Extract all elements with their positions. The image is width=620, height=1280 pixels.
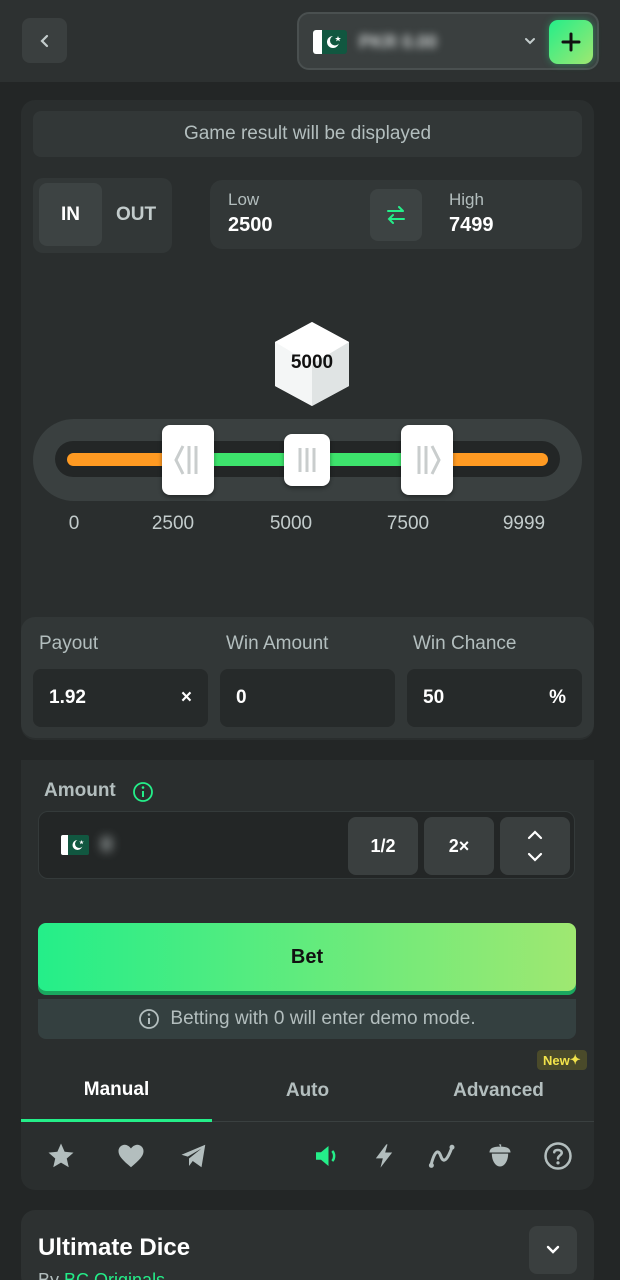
sound-icon[interactable]	[310, 1140, 342, 1172]
tick-label: 5000	[269, 513, 313, 534]
high-handle[interactable]	[401, 425, 453, 495]
range-slider[interactable]	[33, 419, 582, 501]
high-value[interactable]: 7499	[449, 214, 494, 237]
demo-mode-note: Betting with 0 will enter demo mode.	[38, 999, 576, 1039]
payout-value: 1.92	[49, 687, 86, 708]
chevron-down-icon	[525, 38, 535, 45]
grip-right-icon	[417, 445, 441, 475]
payout-field[interactable]: 1.92 ×	[33, 669, 208, 727]
info-icon[interactable]	[132, 781, 154, 803]
pakistan-flag-icon	[61, 835, 89, 855]
grip-left-icon	[174, 445, 198, 475]
payout-unit: ×	[180, 687, 192, 708]
pakistan-flag-icon	[313, 30, 347, 54]
acorn-icon[interactable]	[484, 1140, 516, 1172]
bet-button[interactable]: Bet	[38, 923, 576, 991]
tab-manual[interactable]: Manual	[21, 1060, 212, 1122]
amount-input[interactable]: 0 1/2 2×	[38, 811, 575, 879]
chevron-left-icon	[39, 34, 48, 47]
result-banner: Game result will be displayed	[33, 111, 582, 157]
star-icon[interactable]	[45, 1140, 77, 1172]
game-toolbar	[21, 1122, 594, 1190]
double-button[interactable]: 2×	[424, 817, 494, 875]
win-chance-label: Win Chance	[413, 633, 517, 654]
low-value[interactable]: 2500	[228, 214, 273, 237]
win-chance-unit: %	[549, 687, 566, 708]
new-badge-label: New	[543, 1052, 570, 1068]
telegram-icon[interactable]	[178, 1140, 210, 1172]
deposit-button[interactable]	[549, 20, 593, 64]
top-bar: PKR 0.00	[0, 0, 620, 82]
byline-prefix: By	[38, 1270, 60, 1280]
swap-range-button[interactable]	[370, 189, 422, 241]
bet-panel: Amount 0 1/2 2× Bet Betting with 0 will …	[21, 760, 594, 1190]
collapse-info-button[interactable]	[529, 1226, 577, 1274]
win-amount-value: 0	[236, 687, 247, 708]
stats-panel: Payout Win Amount Win Chance 1.92 × 0 50…	[21, 617, 594, 738]
payout-label: Payout	[39, 633, 99, 654]
in-out-toggle: IN OUT	[33, 178, 172, 253]
info-icon	[139, 1009, 160, 1029]
game-title: Ultimate Dice	[38, 1234, 191, 1261]
lightning-icon[interactable]	[368, 1140, 400, 1172]
mode-in-button[interactable]: IN	[39, 183, 102, 246]
chevron-down-icon	[546, 1245, 560, 1254]
low-handle[interactable]	[162, 425, 214, 495]
slider-ticks: 0 2500 5000 7500 9999	[33, 513, 582, 537]
heart-icon[interactable]	[115, 1140, 147, 1172]
low-label: Low	[228, 190, 260, 209]
graph-icon[interactable]	[426, 1140, 458, 1172]
demo-note-text: Betting with 0 will enter demo mode.	[170, 1008, 476, 1029]
game-info-card: Ultimate Dice By BC Originals	[21, 1210, 594, 1280]
amount-value: 0	[101, 834, 113, 856]
amount-stepper-button[interactable]	[500, 817, 570, 875]
amount-label: Amount	[44, 780, 116, 801]
wallet-balance: PKR 0.00	[359, 32, 438, 52]
mode-out-button[interactable]: OUT	[105, 183, 167, 246]
win-chance-field[interactable]: 50 %	[407, 669, 582, 727]
bet-mode-tabs: Manual Auto Advanced New ✦	[21, 1050, 594, 1122]
plus-icon	[561, 32, 581, 52]
tick-label: 7500	[386, 513, 430, 534]
swap-arrows-icon	[387, 206, 405, 224]
new-badge: New ✦	[537, 1050, 587, 1070]
tick-label: 2500	[151, 513, 195, 534]
help-icon[interactable]	[542, 1140, 574, 1172]
win-amount-label: Win Amount	[226, 633, 329, 654]
dice-cube: 5000	[273, 320, 353, 410]
mid-handle[interactable]	[284, 434, 330, 486]
back-button[interactable]	[22, 18, 67, 63]
range-box: Low 2500 High 7499	[210, 180, 582, 249]
tab-auto[interactable]: Auto	[212, 1060, 403, 1122]
half-button[interactable]: 1/2	[348, 817, 418, 875]
provider-link[interactable]: BC Originals	[64, 1270, 165, 1280]
tick-label: 9999	[502, 513, 546, 534]
wallet-selector[interactable]: PKR 0.00	[297, 12, 599, 70]
high-label: High	[449, 190, 484, 209]
game-byline: By BC Originals	[38, 1270, 165, 1280]
grip-icon	[298, 448, 316, 472]
win-amount-field[interactable]: 0	[220, 669, 395, 727]
dice-value: 5000	[290, 352, 334, 373]
tick-label: 0	[68, 513, 80, 534]
chevron-up-down-icon	[527, 830, 543, 862]
win-chance-value: 50	[423, 687, 445, 708]
